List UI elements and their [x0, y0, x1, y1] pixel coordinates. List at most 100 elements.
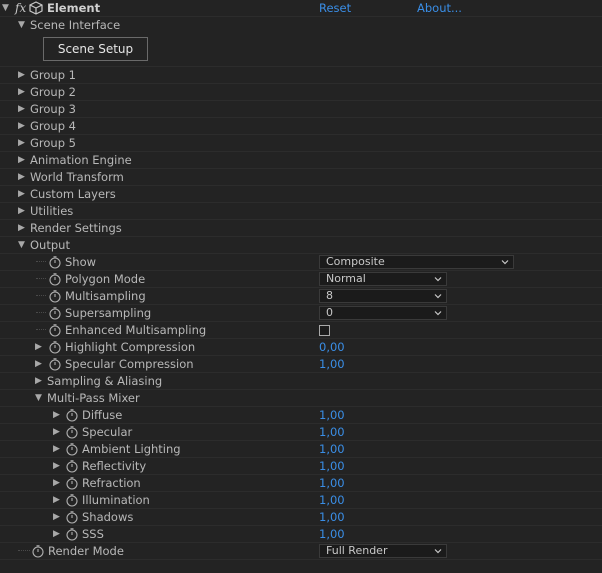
collapsed-triangle-icon[interactable]: ▶ [18, 101, 28, 117]
multisampling-dropdown[interactable]: 8 [319, 289, 447, 303]
collapsed-triangle-icon[interactable]: ▶ [18, 152, 28, 168]
collapsed-triangle-icon[interactable]: ▶ [18, 118, 28, 134]
collapsed-triangle-icon[interactable]: ▶ [35, 339, 45, 355]
collapse-triangle-icon[interactable]: ▼ [2, 0, 12, 16]
render-mode-value: Full Render [326, 544, 388, 557]
collapsed-triangle-icon[interactable]: ▶ [53, 424, 63, 440]
stopwatch-icon[interactable] [48, 272, 62, 286]
enhanced-multisampling-label: Enhanced Multisampling [65, 323, 207, 337]
multipass-mixer-row[interactable]: ▼ Multi-Pass Mixer [0, 390, 602, 407]
stopwatch-icon[interactable] [48, 289, 62, 303]
collapsed-triangle-icon[interactable]: ▶ [53, 407, 63, 423]
stopwatch-icon[interactable] [65, 425, 79, 439]
scene-interface-label: Scene Interface [30, 18, 121, 32]
multipass-item-label: Refraction [82, 476, 141, 490]
multipass-item-value[interactable]: 1,00 [319, 526, 345, 542]
stopwatch-icon[interactable] [48, 323, 62, 337]
specular-compression-value[interactable]: 1,00 [319, 356, 345, 372]
multipass-item-value[interactable]: 1,00 [319, 441, 345, 457]
multipass-item-value[interactable]: 1,00 [319, 492, 345, 508]
group-label: Utilities [30, 204, 74, 218]
output-section-row[interactable]: ▼ Output [0, 237, 602, 254]
indent-dots [36, 261, 46, 263]
supersampling-label: Supersampling [65, 306, 152, 320]
supersampling-dropdown[interactable]: 0 [319, 306, 447, 320]
group-row[interactable]: ▶ World Transform [0, 169, 602, 186]
chevron-down-icon [501, 260, 509, 265]
reset-link[interactable]: Reset [319, 0, 351, 16]
specular-compression-row: ▶ Specular Compression 1,00 [0, 356, 602, 373]
highlight-compression-value[interactable]: 0,00 [319, 339, 345, 355]
collapsed-triangle-icon[interactable]: ▶ [35, 373, 45, 389]
specular-compression-label: Specular Compression [65, 357, 194, 371]
group-row[interactable]: ▶ Animation Engine [0, 152, 602, 169]
highlight-compression-row: ▶ Highlight Compression 0,00 [0, 339, 602, 356]
multipass-item-value[interactable]: 1,00 [319, 475, 345, 491]
expand-triangle-icon[interactable]: ▼ [18, 17, 28, 33]
collapsed-triangle-icon[interactable]: ▶ [53, 492, 63, 508]
stopwatch-icon[interactable] [65, 408, 79, 422]
stopwatch-icon[interactable] [31, 544, 45, 558]
stopwatch-icon[interactable] [65, 510, 79, 524]
show-dropdown[interactable]: Composite [319, 255, 514, 269]
multipass-mixer-label: Multi-Pass Mixer [47, 391, 140, 405]
collapsed-triangle-icon[interactable]: ▶ [18, 169, 28, 185]
stopwatch-icon[interactable] [65, 493, 79, 507]
collapsed-triangle-icon[interactable]: ▶ [18, 67, 28, 83]
multisampling-label: Multisampling [65, 289, 146, 303]
stopwatch-icon[interactable] [48, 357, 62, 371]
group-row[interactable]: ▶ Utilities [0, 203, 602, 220]
collapsed-triangle-icon[interactable]: ▶ [53, 475, 63, 491]
multipass-item-label: Illumination [82, 493, 150, 507]
multipass-item-value[interactable]: 1,00 [319, 424, 345, 440]
about-link[interactable]: About... [417, 0, 462, 16]
multipass-item-value[interactable]: 1,00 [319, 407, 345, 423]
collapsed-triangle-icon[interactable]: ▶ [53, 458, 63, 474]
stopwatch-icon[interactable] [65, 442, 79, 456]
group-row[interactable]: ▶ Group 4 [0, 118, 602, 135]
collapsed-triangle-icon[interactable]: ▶ [35, 356, 45, 372]
collapsed-triangle-icon[interactable]: ▶ [53, 509, 63, 525]
effect-name: Element [47, 1, 101, 15]
chevron-down-icon [434, 549, 442, 554]
show-row: Show Composite [0, 254, 602, 271]
group-label: Custom Layers [30, 187, 116, 201]
group-row[interactable]: ▶ Group 1 [0, 67, 602, 84]
group-row[interactable]: ▶ Group 3 [0, 101, 602, 118]
multipass-item-row: ▶ SSS 1,00 [0, 526, 602, 543]
group-row[interactable]: ▶ Group 2 [0, 84, 602, 101]
polygon-mode-dropdown[interactable]: Normal [319, 272, 447, 286]
multipass-item-label: Reflectivity [82, 459, 147, 473]
stopwatch-icon[interactable] [65, 476, 79, 490]
collapsed-triangle-icon[interactable]: ▶ [18, 135, 28, 151]
stopwatch-icon[interactable] [48, 340, 62, 354]
stopwatch-icon[interactable] [65, 459, 79, 473]
group-label: Group 3 [30, 102, 76, 116]
group-row[interactable]: ▶ Group 5 [0, 135, 602, 152]
multipass-item-value[interactable]: 1,00 [319, 509, 345, 525]
fx-toggle[interactable]: fx [15, 0, 26, 16]
polygon-mode-label: Polygon Mode [65, 272, 146, 286]
group-label: Group 1 [30, 68, 76, 82]
collapsed-triangle-icon[interactable]: ▶ [53, 526, 63, 542]
enhanced-multisampling-checkbox[interactable] [319, 325, 330, 336]
group-row[interactable]: ▶ Custom Layers [0, 186, 602, 203]
multipass-item-value[interactable]: 1,00 [319, 458, 345, 474]
collapsed-triangle-icon[interactable]: ▶ [18, 220, 28, 236]
expand-triangle-icon[interactable]: ▼ [35, 390, 45, 406]
collapsed-triangle-icon[interactable]: ▶ [18, 84, 28, 100]
render-mode-dropdown[interactable]: Full Render [319, 544, 447, 558]
scene-setup-button[interactable]: Scene Setup [43, 37, 148, 61]
collapsed-triangle-icon[interactable]: ▶ [18, 186, 28, 202]
stopwatch-icon[interactable] [48, 306, 62, 320]
supersampling-row: Supersampling 0 [0, 305, 602, 322]
show-label: Show [65, 255, 97, 269]
collapsed-triangle-icon[interactable]: ▶ [18, 203, 28, 219]
sampling-aliasing-row[interactable]: ▶ Sampling & Aliasing [0, 373, 602, 390]
collapsed-triangle-icon[interactable]: ▶ [53, 441, 63, 457]
stopwatch-icon[interactable] [65, 527, 79, 541]
effect-header-row: ▼ fx Element Reset About... [0, 0, 602, 17]
stopwatch-icon[interactable] [48, 255, 62, 269]
expand-triangle-icon[interactable]: ▼ [18, 237, 28, 253]
group-row[interactable]: ▶ Render Settings [0, 220, 602, 237]
